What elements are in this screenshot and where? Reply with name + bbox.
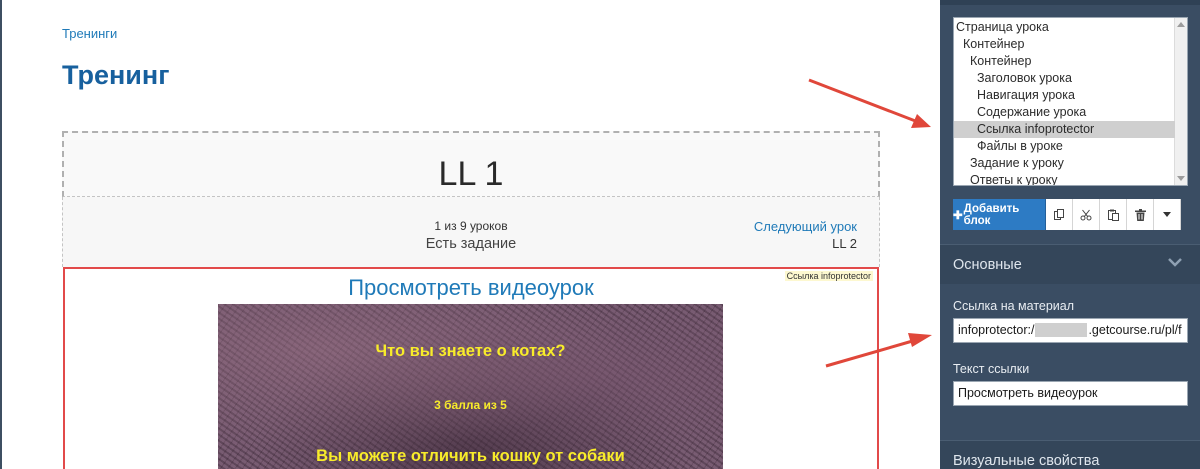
main-content: Тренинги Тренинг LL 1 1 из 9 уроков Есть… xyxy=(2,0,940,469)
section-basic-label: Основные xyxy=(953,257,1022,273)
section-visual[interactable]: Визуальные свойства xyxy=(940,440,1200,469)
link-text-input[interactable]: Просмотреть видеоурок xyxy=(953,381,1188,406)
trash-icon xyxy=(1134,208,1146,221)
panel-top-line xyxy=(940,0,1200,5)
lesson-header[interactable]: LL 1 xyxy=(62,131,880,197)
section-basic[interactable]: Основные xyxy=(940,244,1200,284)
tree-item[interactable]: Контейнер xyxy=(954,36,1175,53)
cut-button[interactable] xyxy=(1073,199,1100,230)
material-link-prefix: infoprotector:/ xyxy=(958,323,1035,337)
tree-item[interactable]: Содержание урока xyxy=(954,104,1175,121)
paste-button[interactable] xyxy=(1100,199,1127,230)
video-score: 3 балла из 5 xyxy=(434,398,507,412)
page-title: Тренинг xyxy=(62,60,170,90)
more-actions-button[interactable] xyxy=(1154,199,1181,230)
tree-item[interactable]: Заголовок урока xyxy=(954,70,1175,87)
tree-item[interactable]: Ссылка infoprotector xyxy=(954,121,1175,138)
caret-down-icon xyxy=(1163,212,1171,217)
scroll-up-icon[interactable] xyxy=(1177,22,1185,27)
chevron-down-icon xyxy=(1168,258,1182,267)
tree-item[interactable]: Контейнер xyxy=(954,53,1175,70)
lesson-title: LL 1 xyxy=(438,155,504,193)
block-tree[interactable]: Страница урока Контейнер Контейнер Заголово… xyxy=(953,17,1188,186)
tree-scrollbar[interactable] xyxy=(1174,18,1187,185)
cut-icon xyxy=(1080,209,1092,220)
infoprotector-link-block[interactable]: Ссылка infoprotector Просмотреть видеоур… xyxy=(63,267,879,469)
video-lesson-link[interactable]: Просмотреть видеоурок xyxy=(65,275,877,301)
tree-item[interactable]: Навигация урока xyxy=(954,87,1175,104)
settings-panel: Страница урока Контейнер Контейнер Заголово… xyxy=(940,0,1200,469)
link-text-label: Текст ссылки xyxy=(953,362,1030,376)
tree-item[interactable]: Файлы в уроке xyxy=(954,138,1175,155)
scroll-down-icon[interactable] xyxy=(1177,176,1185,181)
material-link-suffix: .getcourse.ru/pl/f xyxy=(1088,323,1182,337)
block-toolbar: ✚ Добавить блок xyxy=(953,199,1181,230)
video-title: Что вы знаете о котах? xyxy=(375,342,566,360)
material-link-label: Ссылка на материал xyxy=(953,299,1075,313)
add-block-button[interactable]: ✚ Добавить блок xyxy=(953,199,1046,230)
plus-icon: ✚ xyxy=(953,209,963,222)
copy-icon xyxy=(1053,209,1064,220)
lesson-navigation[interactable]: 1 из 9 уроков Есть задание Следующий уро… xyxy=(62,197,880,267)
masked-domain xyxy=(1035,323,1088,337)
add-block-label: Добавить блок xyxy=(963,202,1020,227)
next-lesson-link[interactable]: Следующий урок xyxy=(754,219,857,234)
delete-button[interactable] xyxy=(1127,199,1154,230)
tree-item[interactable]: Страница урока xyxy=(954,19,1175,36)
tree-item[interactable]: Ответы к уроку xyxy=(954,172,1175,185)
video-subtitle: Вы можете отличить кошку от собаки xyxy=(316,447,625,465)
material-link-input[interactable]: infoprotector:/ .getcourse.ru/pl/f xyxy=(953,318,1188,343)
lesson-task-status: Есть задание xyxy=(425,236,517,252)
breadcrumb-trainings[interactable]: Тренинги xyxy=(62,26,117,41)
copy-button[interactable] xyxy=(1046,199,1073,230)
paste-icon xyxy=(1107,209,1119,221)
lesson-page: LL 1 1 из 9 уроков Есть задание Следующи… xyxy=(62,131,880,469)
video-preview[interactable]: Что вы знаете о котах? 3 балла из 5 Вы м… xyxy=(218,304,723,469)
section-visual-label: Визуальные свойства xyxy=(953,453,1100,469)
tree-item[interactable]: Задание к уроку xyxy=(954,155,1175,172)
next-lesson-name: LL 2 xyxy=(832,236,857,251)
